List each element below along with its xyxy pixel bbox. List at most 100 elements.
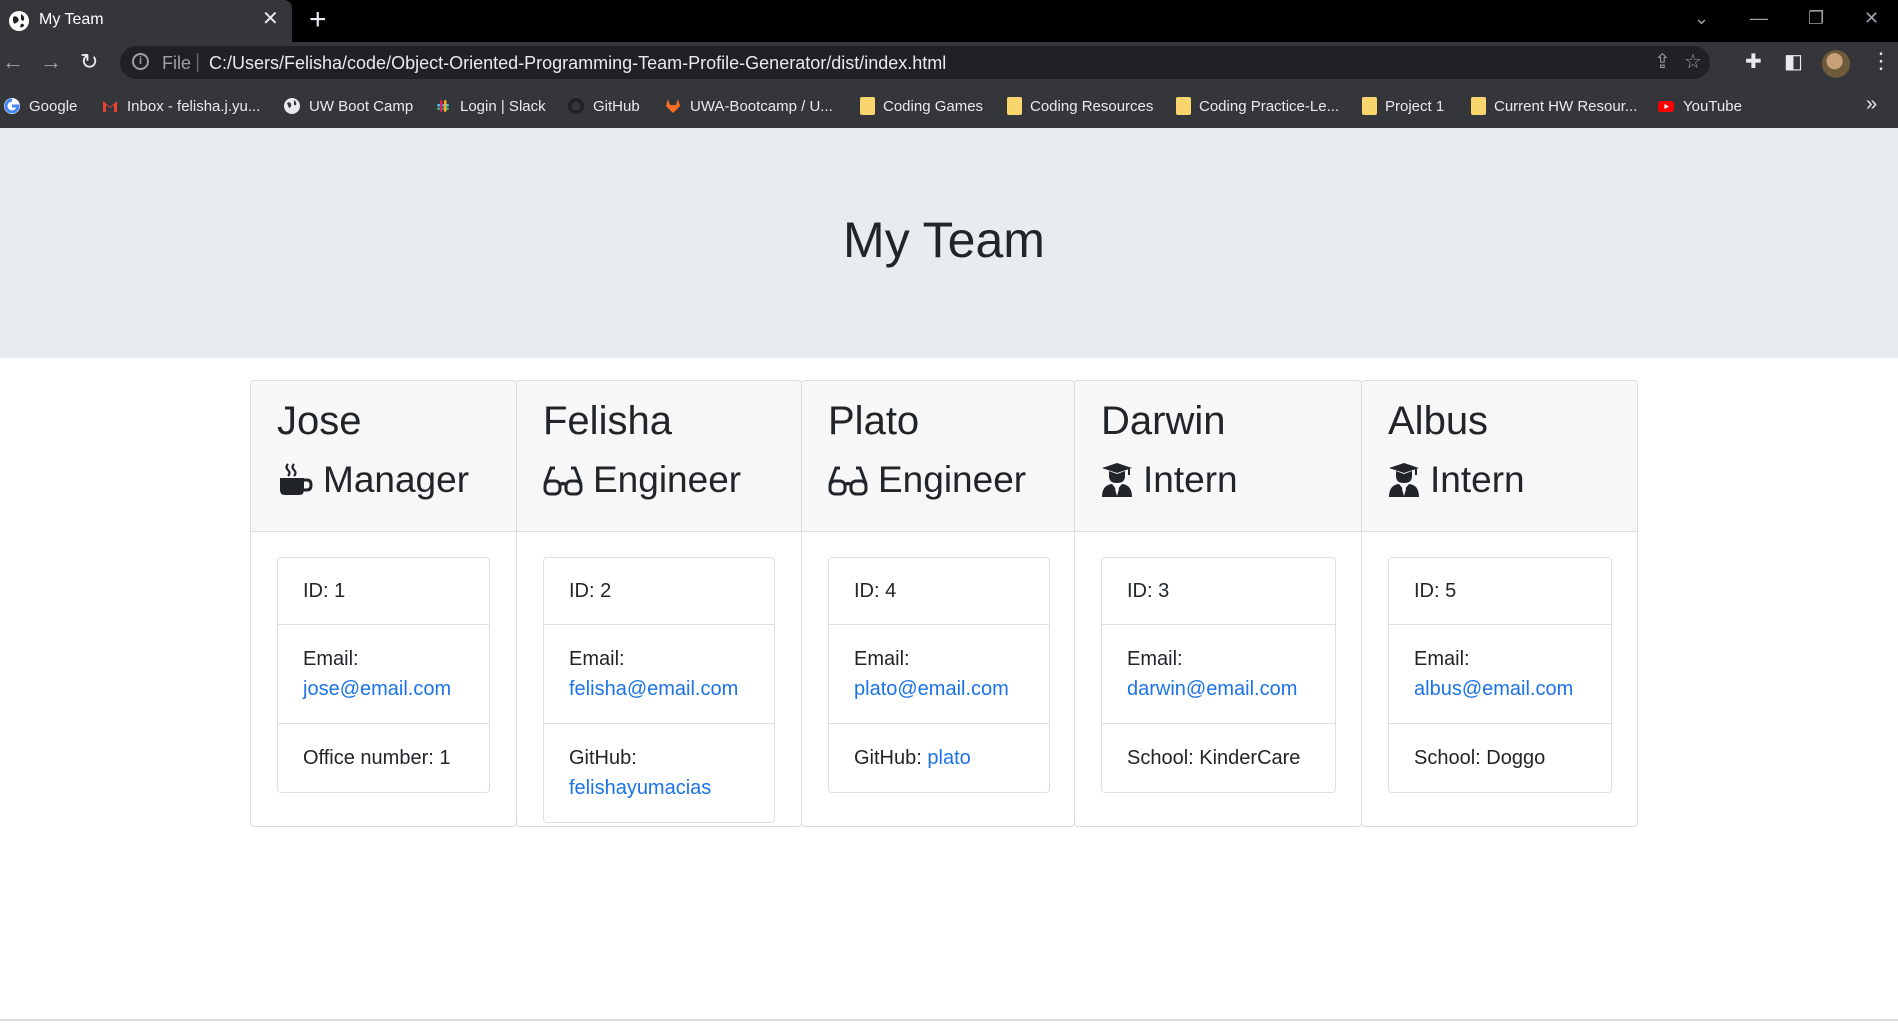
office-number: Office number: 1 bbox=[303, 747, 451, 769]
window-bottom-border bbox=[0, 1019, 1898, 1021]
bookmark-uwa-bootcamp[interactable]: UWA-Bootcamp / U... bbox=[664, 95, 833, 117]
bookmark-label: YouTube bbox=[1683, 97, 1742, 115]
gitlab-icon bbox=[664, 97, 682, 115]
bookmark-label: Coding Games bbox=[883, 97, 984, 115]
tab-strip: My Team ✕ + ⌄ — ❐ ✕ bbox=[0, 0, 1898, 42]
github-row: GitHub: plato bbox=[829, 724, 1049, 792]
github-link[interactable]: felishayumacias bbox=[569, 777, 711, 799]
page-title: My Team bbox=[843, 212, 1045, 268]
bookmark-label: Current HW Resour... bbox=[1494, 97, 1638, 115]
side-panel-icon[interactable]: ◧ bbox=[1784, 51, 1803, 73]
email-link[interactable]: darwin@email.com bbox=[1127, 678, 1297, 700]
info-list: ID: 5 Email: albus@email.com School: Dog… bbox=[1388, 557, 1612, 793]
bookmark-coding-practice[interactable]: Coding Practice-Le... bbox=[1176, 95, 1339, 117]
menu-icon[interactable]: ⋮ bbox=[1870, 50, 1892, 72]
bookmark-current-hw[interactable]: Current HW Resour... bbox=[1471, 95, 1637, 117]
gmail-icon bbox=[101, 97, 119, 115]
employee-role: Engineer bbox=[828, 459, 1026, 501]
card-header: Darwin Intern bbox=[1075, 381, 1361, 532]
globe-icon bbox=[9, 11, 29, 31]
card-header: Felisha Engineer bbox=[517, 381, 801, 532]
forward-icon[interactable]: → bbox=[40, 50, 62, 74]
profile-avatar[interactable] bbox=[1822, 50, 1850, 78]
close-window-icon[interactable]: ✕ bbox=[1864, 6, 1879, 30]
graduate-icon bbox=[1388, 462, 1420, 498]
employee-email-row: Email: darwin@email.com bbox=[1102, 625, 1335, 724]
close-tab-icon[interactable]: ✕ bbox=[262, 9, 279, 29]
minimize-icon[interactable]: — bbox=[1750, 6, 1768, 30]
graduate-icon bbox=[1101, 462, 1133, 498]
employee-name: Plato bbox=[828, 399, 920, 443]
glasses-icon bbox=[543, 462, 583, 498]
folder-icon bbox=[1176, 97, 1191, 115]
bookmark-project-1[interactable]: Project 1 bbox=[1362, 95, 1444, 117]
employee-card: Darwin Intern ID: 3 Email: darwin@email.… bbox=[1074, 380, 1362, 827]
info-list: ID: 1 Email: jose@email.com Office numbe… bbox=[277, 557, 490, 793]
more-bookmarks-icon[interactable]: » bbox=[1866, 93, 1877, 116]
email-link[interactable]: albus@email.com bbox=[1414, 678, 1573, 700]
employee-id: ID: 5 bbox=[1389, 558, 1611, 625]
folder-icon bbox=[1362, 97, 1377, 115]
role-label: Intern bbox=[1143, 459, 1238, 500]
reload-icon[interactable]: ↻ bbox=[80, 50, 98, 74]
bookmark-youtube[interactable]: YouTube bbox=[1657, 95, 1742, 117]
bookmark-slack[interactable]: Login | Slack bbox=[434, 95, 546, 117]
folder-icon bbox=[1471, 97, 1486, 115]
email-link[interactable]: jose@email.com bbox=[303, 678, 451, 700]
employee-id: ID: 4 bbox=[829, 558, 1049, 625]
browser-toolbar: ← → ↻ i File | C:/Users/Felisha/code/Obj… bbox=[0, 42, 1898, 83]
bookmark-google[interactable]: Google bbox=[3, 95, 77, 117]
bookmark-coding-resources[interactable]: Coding Resources bbox=[1007, 95, 1153, 117]
bookmark-coding-games[interactable]: Coding Games bbox=[860, 95, 983, 117]
info-list: ID: 2 Email: felisha@email.com GitHub: f… bbox=[543, 557, 775, 823]
folder-icon bbox=[1007, 97, 1022, 115]
email-link[interactable]: plato@email.com bbox=[854, 678, 1009, 700]
back-icon[interactable]: ← bbox=[2, 50, 24, 74]
address-bar[interactable]: i File | C:/Users/Felisha/code/Object-Or… bbox=[120, 46, 1710, 79]
employee-name: Darwin bbox=[1101, 399, 1226, 443]
restore-icon[interactable]: ❐ bbox=[1808, 6, 1824, 30]
info-list: ID: 3 Email: darwin@email.com School: Ki… bbox=[1101, 557, 1336, 793]
employee-email-row: Email: jose@email.com bbox=[278, 625, 489, 724]
github-label: GitHub: bbox=[569, 747, 637, 769]
github-label: GitHub: bbox=[854, 747, 922, 769]
page-header: My Team bbox=[0, 128, 1898, 358]
employee-name: Felisha bbox=[543, 399, 672, 443]
info-icon[interactable]: i bbox=[132, 53, 149, 70]
share-icon[interactable]: ⇪ bbox=[1654, 51, 1671, 73]
bookmark-github[interactable]: GitHub bbox=[567, 95, 640, 117]
email-label: Email: bbox=[1414, 648, 1470, 670]
employee-email-row: Email: albus@email.com bbox=[1389, 625, 1611, 724]
new-tab-icon[interactable]: + bbox=[309, 5, 327, 35]
slack-icon bbox=[434, 97, 452, 115]
email-link[interactable]: felisha@email.com bbox=[569, 678, 738, 700]
role-label: Engineer bbox=[878, 459, 1027, 500]
employee-name: Albus bbox=[1388, 399, 1489, 443]
role-label: Engineer bbox=[593, 459, 742, 500]
employee-role: Manager bbox=[277, 459, 469, 501]
tab-search-icon[interactable]: ⌄ bbox=[1694, 6, 1709, 30]
employee-card: Albus Intern ID: 5 Email: albus@email.co… bbox=[1361, 380, 1638, 827]
tab-title: My Team bbox=[39, 11, 104, 28]
star-icon[interactable]: ☆ bbox=[1684, 51, 1702, 73]
url-scheme: File bbox=[162, 53, 192, 73]
bookmark-label: Project 1 bbox=[1385, 97, 1445, 115]
youtube-icon bbox=[1657, 97, 1675, 115]
card-header: Albus Intern bbox=[1362, 381, 1637, 532]
browser-tab[interactable]: My Team ✕ bbox=[0, 0, 292, 42]
email-label: Email: bbox=[854, 648, 910, 670]
github-link[interactable]: plato bbox=[927, 747, 970, 769]
bookmarks-bar: Google Inbox - felisha.j.yu... UW Boot C… bbox=[0, 83, 1898, 128]
bookmark-label: Coding Practice-Le... bbox=[1199, 97, 1340, 115]
role-label: Manager bbox=[323, 459, 470, 500]
employee-role: Intern bbox=[1101, 459, 1238, 501]
bookmark-label: GitHub bbox=[593, 97, 640, 115]
employee-name: Jose bbox=[277, 399, 362, 443]
role-label: Intern bbox=[1430, 459, 1525, 500]
url-text[interactable]: C:/Users/Felisha/code/Object-Oriented-Pr… bbox=[209, 53, 946, 74]
extensions-icon[interactable]: ✚ bbox=[1745, 51, 1762, 73]
bookmark-inbox[interactable]: Inbox - felisha.j.yu... bbox=[101, 95, 260, 117]
github-row: GitHub: felishayumacias bbox=[544, 724, 774, 822]
bookmark-uw-boot-camp[interactable]: UW Boot Camp bbox=[283, 95, 413, 117]
url-separator: | bbox=[195, 51, 201, 73]
